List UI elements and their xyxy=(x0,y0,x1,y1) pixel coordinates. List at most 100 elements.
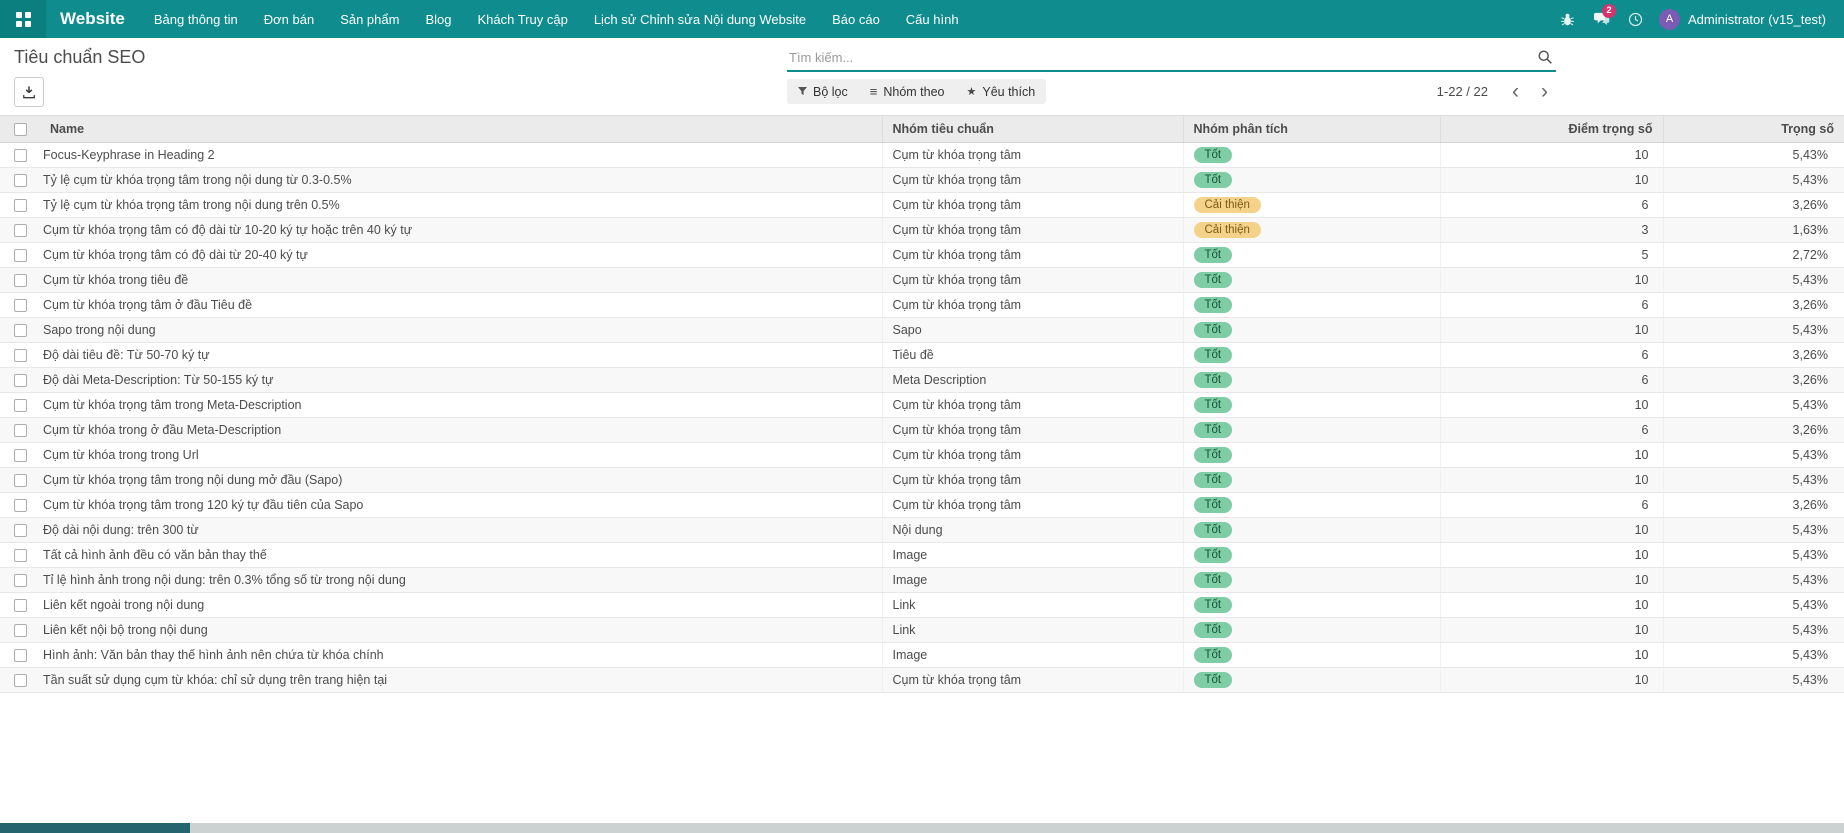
row-analysis-cell: Tốt xyxy=(1183,593,1440,618)
group-by-button[interactable]: ≡ Nhóm theo xyxy=(859,79,956,104)
row-checkbox[interactable] xyxy=(14,174,27,187)
row-checkbox[interactable] xyxy=(14,274,27,287)
row-score: 10 xyxy=(1440,568,1663,593)
row-score: 10 xyxy=(1440,318,1663,343)
menu-item[interactable]: Sản phẩm xyxy=(327,0,412,38)
table-row[interactable]: Tỉ lệ hình ảnh trong nội dung: trên 0.3%… xyxy=(0,568,1844,593)
row-checkbox-cell xyxy=(0,418,40,443)
row-checkbox[interactable] xyxy=(14,149,27,162)
menu-item[interactable]: Bảng thông tin xyxy=(141,0,251,38)
user-menu[interactable]: A Administrator (v15_test) xyxy=(1655,9,1830,30)
row-weight: 5,43% xyxy=(1663,543,1844,568)
row-checkbox[interactable] xyxy=(14,474,27,487)
table-row[interactable]: Tất cả hình ảnh đều có văn bản thay thếI… xyxy=(0,543,1844,568)
menu-item[interactable]: Blog xyxy=(412,0,464,38)
row-checkbox[interactable] xyxy=(14,649,27,662)
analysis-badge: Tốt xyxy=(1194,347,1233,363)
scrollbar-thumb[interactable] xyxy=(0,823,190,833)
row-checkbox[interactable] xyxy=(14,674,27,687)
table-row[interactable]: Cụm từ khóa trọng tâm trong nội dung mở … xyxy=(0,468,1844,493)
row-score: 10 xyxy=(1440,443,1663,468)
favorites-button[interactable]: ★ Yêu thích xyxy=(956,79,1047,104)
column-header-group[interactable]: Nhóm tiêu chuẩn xyxy=(882,116,1183,143)
column-header-analysis[interactable]: Nhóm phân tích xyxy=(1183,116,1440,143)
row-name: Cụm từ khóa trọng tâm trong nội dung mở … xyxy=(40,468,882,493)
row-weight: 3,26% xyxy=(1663,418,1844,443)
row-score: 10 xyxy=(1440,468,1663,493)
column-header-score[interactable]: Điểm trọng số xyxy=(1440,116,1663,143)
table-row[interactable]: Liên kết nội bộ trong nội dungLinkTốt105… xyxy=(0,618,1844,643)
filters-button[interactable]: Bộ lọc xyxy=(787,79,859,104)
row-checkbox[interactable] xyxy=(14,549,27,562)
table-row[interactable]: Cụm từ khóa trong trong UrlCụm từ khóa t… xyxy=(0,443,1844,468)
row-criteria-group: Sapo xyxy=(882,318,1183,343)
search-box xyxy=(787,46,1556,72)
row-checkbox[interactable] xyxy=(14,499,27,512)
apps-menu-button[interactable] xyxy=(0,0,46,38)
horizontal-scrollbar[interactable] xyxy=(0,823,1844,833)
row-checkbox[interactable] xyxy=(14,599,27,612)
bug-icon[interactable] xyxy=(1553,0,1581,38)
table-row[interactable]: Sapo trong nội dungSapoTốt105,43% xyxy=(0,318,1844,343)
row-checkbox[interactable] xyxy=(14,574,27,587)
row-checkbox[interactable] xyxy=(14,424,27,437)
search-icon[interactable] xyxy=(1537,49,1553,70)
table-row[interactable]: Cụm từ khóa trọng tâm ở đầu Tiêu đềCụm t… xyxy=(0,293,1844,318)
pager-next-button[interactable]: › xyxy=(1533,84,1556,100)
row-weight: 3,26% xyxy=(1663,368,1844,393)
row-checkbox[interactable] xyxy=(14,374,27,387)
row-checkbox[interactable] xyxy=(14,224,27,237)
row-checkbox-cell xyxy=(0,543,40,568)
table-row[interactable]: Hình ảnh: Văn bản thay thế hình ảnh nên … xyxy=(0,643,1844,668)
menu-item[interactable]: Cấu hình xyxy=(893,0,972,38)
table-row[interactable]: Cụm từ khóa trong tiêu đềCụm từ khóa trọ… xyxy=(0,268,1844,293)
select-all-checkbox[interactable] xyxy=(14,123,27,136)
table-row[interactable]: Liên kết ngoài trong nội dungLinkTốt105,… xyxy=(0,593,1844,618)
row-weight: 5,43% xyxy=(1663,643,1844,668)
table-row[interactable]: Tần suất sử dụng cụm từ khóa: chỉ sử dụn… xyxy=(0,668,1844,693)
table-row[interactable]: Focus-Keyphrase in Heading 2Cụm từ khóa … xyxy=(0,143,1844,168)
table-row[interactable]: Cụm từ khóa trọng tâm có độ dài từ 20-40… xyxy=(0,243,1844,268)
row-checkbox[interactable] xyxy=(14,524,27,537)
export-button[interactable] xyxy=(14,77,44,107)
row-checkbox[interactable] xyxy=(14,199,27,212)
row-criteria-group: Link xyxy=(882,593,1183,618)
row-checkbox[interactable] xyxy=(14,299,27,312)
row-analysis-cell: Tốt xyxy=(1183,543,1440,568)
row-checkbox[interactable] xyxy=(14,249,27,262)
analysis-badge: Tốt xyxy=(1194,147,1233,163)
menu-item[interactable]: Báo cáo xyxy=(819,0,893,38)
app-brand[interactable]: Website xyxy=(60,0,125,38)
messages-icon[interactable]: 2 xyxy=(1587,0,1615,38)
activities-clock-icon[interactable] xyxy=(1621,0,1649,38)
row-checkbox[interactable] xyxy=(14,624,27,637)
row-weight: 3,26% xyxy=(1663,493,1844,518)
row-checkbox[interactable] xyxy=(14,349,27,362)
table-row[interactable]: Độ dài nội dung: trên 300 từNội dungTốt1… xyxy=(0,518,1844,543)
row-criteria-group: Cụm từ khóa trọng tâm xyxy=(882,393,1183,418)
menu-item[interactable]: Lịch sử Chỉnh sửa Nội dung Website xyxy=(581,0,819,38)
table-row[interactable]: Cụm từ khóa trọng tâm trong Meta-Descrip… xyxy=(0,393,1844,418)
table-row[interactable]: Độ dài tiêu đề: Từ 50-70 ký tựTiêu đềTốt… xyxy=(0,343,1844,368)
table-row[interactable]: Cụm từ khóa trọng tâm trong 120 ký tự đầ… xyxy=(0,493,1844,518)
row-checkbox[interactable] xyxy=(14,399,27,412)
table-row[interactable]: Tỷ lệ cụm từ khóa trọng tâm trong nội du… xyxy=(0,168,1844,193)
column-header-weight[interactable]: Trọng số xyxy=(1663,116,1844,143)
row-checkbox-cell xyxy=(0,168,40,193)
search-input[interactable] xyxy=(787,46,1556,72)
menu-item[interactable]: Khách Truy cập xyxy=(464,0,580,38)
row-checkbox[interactable] xyxy=(14,324,27,337)
table-row[interactable]: Độ dài Meta-Description: Từ 50-155 ký tự… xyxy=(0,368,1844,393)
table-row[interactable]: Cụm từ khóa trong ở đầu Meta-Description… xyxy=(0,418,1844,443)
menu-item[interactable]: Đơn bán xyxy=(251,0,327,38)
topbar-right: 2 A Administrator (v15_test) xyxy=(1553,0,1844,38)
row-name: Cụm từ khóa trọng tâm có độ dài từ 10-20… xyxy=(40,218,882,243)
column-header-name[interactable]: Name xyxy=(40,116,882,143)
row-checkbox[interactable] xyxy=(14,449,27,462)
star-icon: ★ xyxy=(967,85,977,98)
row-name: Cụm từ khóa trọng tâm ở đầu Tiêu đề xyxy=(40,293,882,318)
table-row[interactable]: Tỷ lệ cụm từ khóa trọng tâm trong nội du… xyxy=(0,193,1844,218)
pager-prev-button[interactable]: ‹ xyxy=(1504,84,1527,100)
table-row[interactable]: Cụm từ khóa trọng tâm có độ dài từ 10-20… xyxy=(0,218,1844,243)
row-name: Độ dài nội dung: trên 300 từ xyxy=(40,518,882,543)
